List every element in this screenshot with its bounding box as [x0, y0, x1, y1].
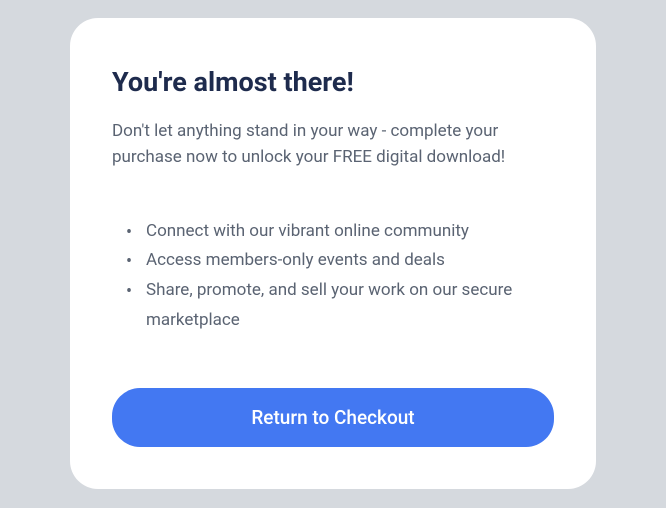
benefits-list: Connect with our vibrant online communit… — [126, 217, 554, 336]
list-item: Access members-only events and deals — [126, 246, 554, 276]
list-item: Share, promote, and sell your work on ou… — [126, 276, 554, 336]
promo-card: You're almost there! Don't let anything … — [70, 18, 596, 489]
card-subtitle: Don't let anything stand in your way - c… — [112, 118, 554, 171]
list-item: Connect with our vibrant online communit… — [126, 217, 554, 247]
card-title: You're almost there! — [112, 66, 554, 98]
return-to-checkout-button[interactable]: Return to Checkout — [112, 388, 554, 447]
